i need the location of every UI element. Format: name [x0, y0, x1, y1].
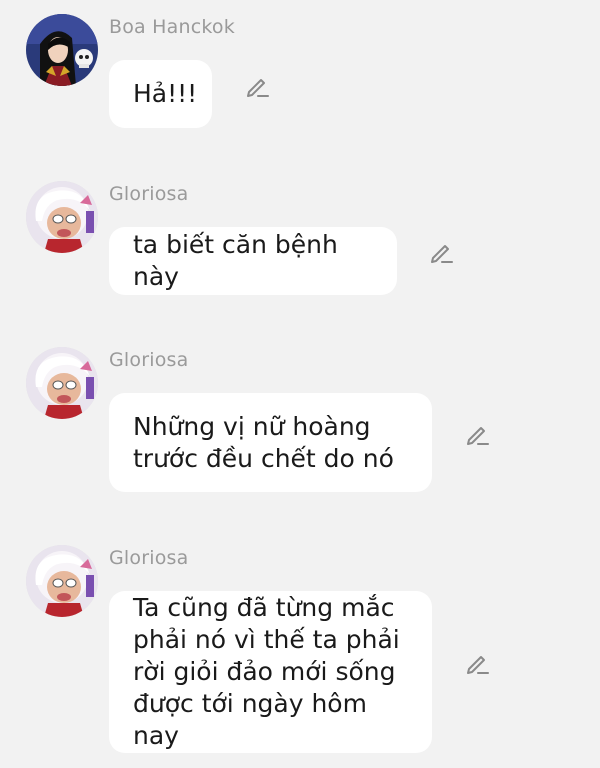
- sender-name: Gloriosa: [109, 183, 189, 205]
- sender-name: Gloriosa: [109, 547, 189, 569]
- gloriosa-avatar[interactable]: [26, 545, 98, 617]
- message-bubble: Những vị nữ hoàng trước đều chết do nó: [109, 393, 432, 492]
- pencil-edit-icon[interactable]: [243, 72, 271, 100]
- sender-name: Boa Hanckok: [109, 16, 235, 38]
- sender-name: Gloriosa: [109, 349, 189, 371]
- pencil-edit-icon[interactable]: [463, 649, 491, 677]
- pencil-edit-icon[interactable]: [463, 420, 491, 448]
- message-bubble: Hả!!!: [109, 60, 212, 128]
- gloriosa-avatar[interactable]: [26, 347, 98, 419]
- pencil-edit-icon[interactable]: [427, 238, 455, 266]
- message-bubble: ta biết căn bệnh này: [109, 227, 397, 295]
- boa-hancock-avatar[interactable]: [26, 14, 98, 86]
- message-bubble: Ta cũng đã từng mắc phải nó vì thế ta ph…: [109, 591, 432, 753]
- gloriosa-avatar[interactable]: [26, 181, 98, 253]
